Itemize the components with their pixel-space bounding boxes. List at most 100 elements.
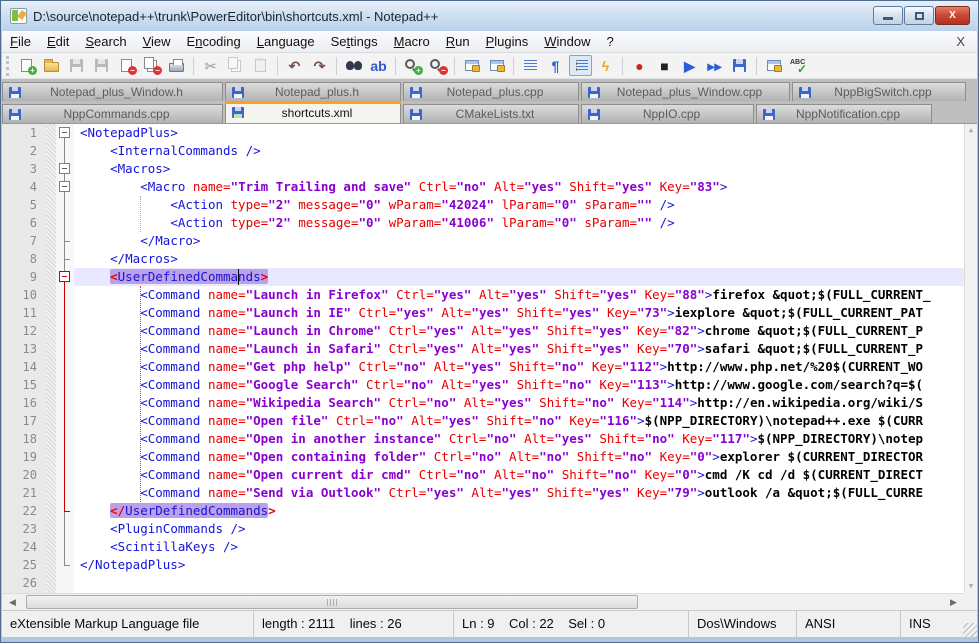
code-line-10[interactable]: <Command name="Launch in Firefox" Ctrl="… xyxy=(74,286,964,304)
menu-item-item[interactable]: ? xyxy=(599,31,622,53)
code-line-21[interactable]: <Command name="Send via Outlook" Ctrl="y… xyxy=(74,484,964,502)
menu-item-plugins[interactable]: Plugins xyxy=(478,31,537,53)
code-line-13[interactable]: <Command name="Launch in Safari" Ctrl="y… xyxy=(74,340,964,358)
code-line-17[interactable]: <Command name="Open file" Ctrl="no" Alt=… xyxy=(74,412,964,430)
toolbar-close-button[interactable]: − xyxy=(115,55,138,76)
toolbar-macro-play-button[interactable]: ▶ xyxy=(678,55,701,76)
code-line-23[interactable]: <PluginCommands /> xyxy=(74,520,964,538)
maximize-button[interactable] xyxy=(904,6,934,25)
toolbar-zoom-in-button[interactable]: + xyxy=(401,55,424,76)
fold-toggle-line-3[interactable] xyxy=(59,163,70,174)
toolbar-save-all-button[interactable] xyxy=(90,55,113,76)
tab-notepad-plus-window-h[interactable]: Notepad_plus_Window.h xyxy=(2,82,223,101)
scroll-up-arrow-icon[interactable]: ▲ xyxy=(965,124,977,137)
code-line-6[interactable]: <Action type="2" message="0" wParam="410… xyxy=(74,214,964,232)
toolbar-cut-button[interactable]: ✂ xyxy=(199,55,222,76)
editor[interactable]: 1234567891011121314151617181920212223242… xyxy=(2,123,977,593)
toolbar-show-indent-guide-button[interactable] xyxy=(569,55,592,76)
fold-toggle-line-4[interactable] xyxy=(59,181,70,192)
bookmark-margin[interactable] xyxy=(46,124,56,593)
code-line-11[interactable]: <Command name="Launch in IE" Ctrl="yes" … xyxy=(74,304,964,322)
code-line-14[interactable]: <Command name="Get php help" Ctrl="no" A… xyxy=(74,358,964,376)
toolbar-spell-check-button[interactable] xyxy=(787,55,810,76)
menu-item-window[interactable]: Window xyxy=(536,31,598,53)
horizontal-scrollbar[interactable]: ◀ ▶ xyxy=(2,593,977,610)
code-line-26[interactable] xyxy=(74,574,964,592)
status-encoding[interactable]: ANSI xyxy=(797,611,901,637)
toolbar-copy-button[interactable] xyxy=(224,55,247,76)
toolbar-new-file-button[interactable]: + xyxy=(15,55,38,76)
toolbar-paste-button[interactable] xyxy=(249,55,272,76)
menu-item-file[interactable]: File xyxy=(2,31,39,53)
code-line-20[interactable]: <Command name="Open current dir cmd" Ctr… xyxy=(74,466,964,484)
toolbar-save-button[interactable] xyxy=(65,55,88,76)
code-area[interactable]: <NotepadPlus> <InternalCommands /> <Macr… xyxy=(74,124,964,593)
menu-item-macro[interactable]: Macro xyxy=(386,31,438,53)
status-eol-format[interactable]: Dos\Windows xyxy=(689,611,797,637)
code-line-24[interactable]: <ScintillaKeys /> xyxy=(74,538,964,556)
code-line-1[interactable]: <NotepadPlus> xyxy=(74,124,964,142)
toolbar-open-file-button[interactable] xyxy=(40,55,63,76)
minimize-button[interactable] xyxy=(873,6,903,25)
code-line-3[interactable]: <Macros> xyxy=(74,160,964,178)
code-line-19[interactable]: <Command name="Open containing folder" C… xyxy=(74,448,964,466)
toolbar-macro-record-button[interactable]: ● xyxy=(628,55,651,76)
tab-nppnotification-cpp[interactable]: NppNotification.cpp xyxy=(756,104,932,123)
toolbar-view-in-browser-button[interactable] xyxy=(762,55,785,76)
tab-cmakelists-txt[interactable]: CMakeLists.txt xyxy=(403,104,579,123)
code-line-18[interactable]: <Command name="Open in another instance"… xyxy=(74,430,964,448)
code-line-15[interactable]: <Command name="Google Search" Ctrl="no" … xyxy=(74,376,964,394)
menu-item-view[interactable]: View xyxy=(135,31,179,53)
menu-item-language[interactable]: Language xyxy=(249,31,323,53)
toolbar-macro-stop-button[interactable]: ■ xyxy=(653,55,676,76)
horizontal-scrollbar-thumb[interactable] xyxy=(26,595,638,609)
toolbar-undo-button[interactable]: ↶ xyxy=(283,55,306,76)
toolbar-sync-horizontal-scrolling-button[interactable] xyxy=(485,55,508,76)
code-line-8[interactable]: </Macros> xyxy=(74,250,964,268)
toolbar-gripper[interactable] xyxy=(6,56,9,76)
scroll-down-arrow-icon[interactable]: ▼ xyxy=(965,580,977,593)
tab-nppbigswitch-cpp[interactable]: NppBigSwitch.cpp xyxy=(792,82,966,101)
toolbar-replace-button[interactable]: ab xyxy=(367,55,390,76)
toolbar-zoom-out-button[interactable]: − xyxy=(426,55,449,76)
toolbar-show-all-characters-button[interactable]: ¶ xyxy=(544,55,567,76)
toolbar-find-button[interactable] xyxy=(342,55,365,76)
toolbar-macro-play-multiple-button[interactable]: ▸▸ xyxy=(703,55,726,76)
toolbar-function-list-button[interactable]: ϟ xyxy=(594,55,617,76)
code-line-5[interactable]: <Action type="2" message="0" wParam="420… xyxy=(74,196,964,214)
toolbar-close-all-button[interactable]: − xyxy=(140,55,163,76)
scroll-right-arrow-icon[interactable]: ▶ xyxy=(945,594,962,610)
menu-close-document-button[interactable]: X xyxy=(944,34,977,49)
code-line-9[interactable]: <UserDefinedCommands> xyxy=(74,268,964,286)
code-line-25[interactable]: </NotepadPlus> xyxy=(74,556,964,574)
toolbar-sync-vertical-scrolling-button[interactable] xyxy=(460,55,483,76)
menu-item-settings[interactable]: Settings xyxy=(323,31,386,53)
fold-toggle-line-9[interactable] xyxy=(59,271,70,282)
code-line-2[interactable]: <InternalCommands /> xyxy=(74,142,964,160)
tab-nppcommands-cpp[interactable]: NppCommands.cpp xyxy=(2,104,223,123)
code-line-12[interactable]: <Command name="Launch in Chrome" Ctrl="y… xyxy=(74,322,964,340)
toolbar-macro-save-button[interactable] xyxy=(728,55,751,76)
scroll-left-arrow-icon[interactable]: ◀ xyxy=(4,594,21,610)
toolbar-word-wrap-button[interactable] xyxy=(519,55,542,76)
tab-notepad-plus-window-cpp[interactable]: Notepad_plus_Window.cpp xyxy=(581,82,790,101)
resize-grip[interactable] xyxy=(963,623,977,637)
menu-item-run[interactable]: Run xyxy=(438,31,478,53)
code-line-4[interactable]: <Macro name="Trim Trailing and save" Ctr… xyxy=(74,178,964,196)
code-line-22[interactable]: </UserDefinedCommands> xyxy=(74,502,964,520)
tab-shortcuts-xml[interactable]: shortcuts.xml xyxy=(225,101,401,123)
menu-item-search[interactable]: Search xyxy=(77,31,134,53)
vertical-scrollbar[interactable]: ▲ ▼ xyxy=(964,124,977,593)
code-line-7[interactable]: </Macro> xyxy=(74,232,964,250)
toolbar-print-button[interactable] xyxy=(165,55,188,76)
menu-item-edit[interactable]: Edit xyxy=(39,31,77,53)
menu-item-encoding[interactable]: Encoding xyxy=(179,31,249,53)
status-insert-mode[interactable]: INS xyxy=(901,611,959,637)
toolbar-redo-button[interactable]: ↷ xyxy=(308,55,331,76)
fold-toggle-line-1[interactable] xyxy=(59,127,70,138)
code-line-16[interactable]: <Command name="Wikipedia Search" Ctrl="n… xyxy=(74,394,964,412)
tab-nppio-cpp[interactable]: NppIO.cpp xyxy=(581,104,754,123)
close-button[interactable]: X xyxy=(935,6,970,25)
tab-notepad-plus-h[interactable]: Notepad_plus.h xyxy=(225,82,401,101)
tab-notepad-plus-cpp[interactable]: Notepad_plus.cpp xyxy=(403,82,579,101)
